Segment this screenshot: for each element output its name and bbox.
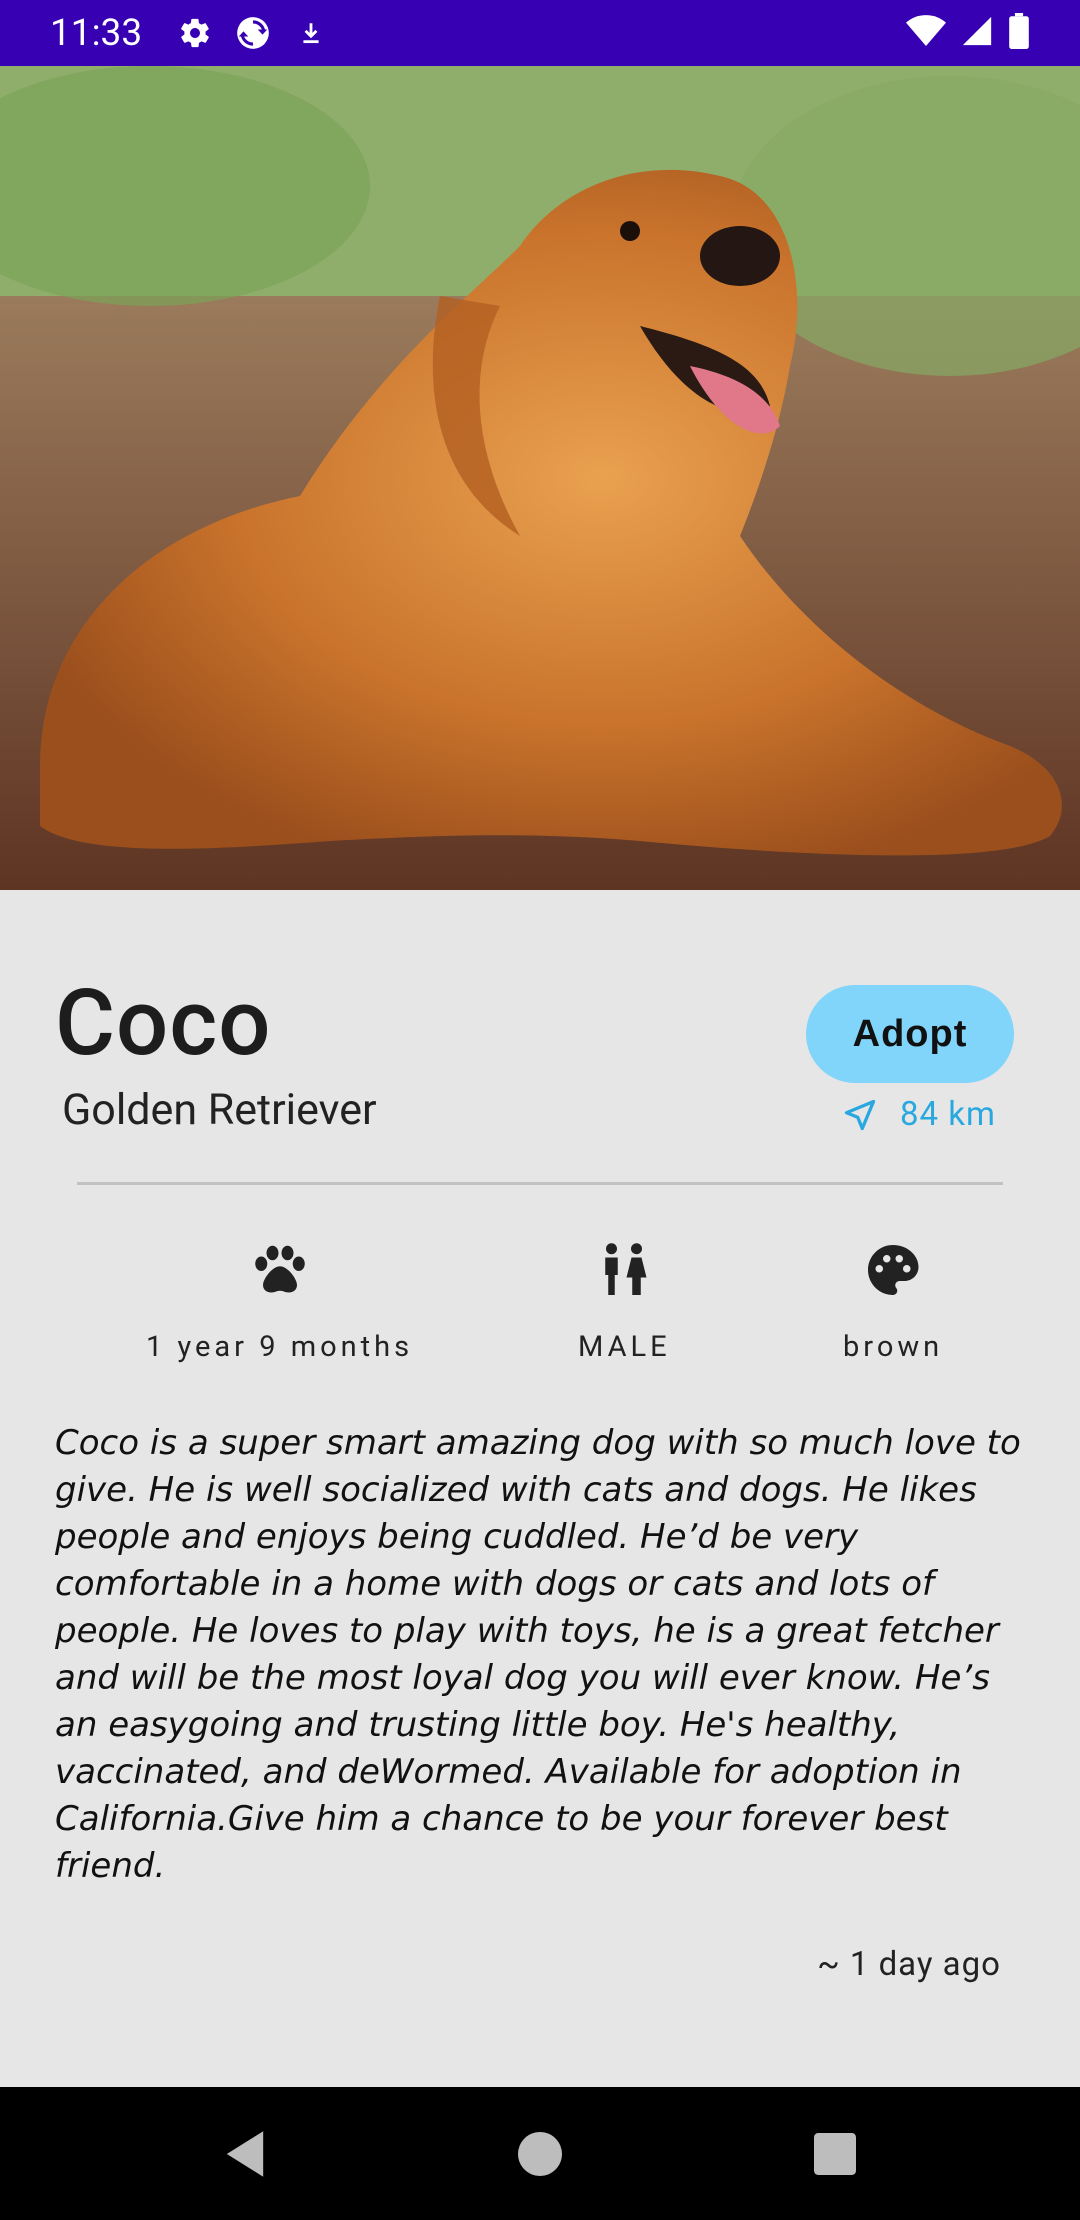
navigation-bar xyxy=(0,2087,1080,2220)
attribute-age: 1 year 9 months xyxy=(146,1240,413,1364)
pet-details: Coco Golden Retriever Adopt 84 km 1 year… xyxy=(0,890,1080,2087)
home-button[interactable] xyxy=(480,2087,600,2220)
status-bar: 11:33 xyxy=(0,0,1080,66)
back-icon xyxy=(226,2130,264,2177)
settings-icon xyxy=(176,14,214,52)
gender-icon xyxy=(605,1243,647,1295)
recents-button[interactable] xyxy=(775,2087,895,2220)
distance-text: 84 km xyxy=(900,1095,996,1134)
recents-icon xyxy=(814,2132,856,2175)
divider xyxy=(77,1182,1003,1185)
palette-icon xyxy=(868,1245,919,1295)
distance: 84 km xyxy=(842,1095,996,1134)
pet-photo xyxy=(0,66,1080,890)
pet-name: Coco xyxy=(55,970,272,1077)
pet-description: Coco is a super smart amazing dog with s… xyxy=(55,1423,1021,1886)
attribute-gender: MALE xyxy=(578,1240,671,1364)
posted-time: ~ 1 day ago xyxy=(817,1945,1001,1984)
signal-icon xyxy=(960,14,994,52)
pet-breed: Golden Retriever xyxy=(62,1085,377,1135)
download-icon xyxy=(292,14,330,52)
home-icon xyxy=(518,2131,562,2176)
wifi-icon xyxy=(906,14,946,52)
paw-icon xyxy=(254,1245,305,1293)
dog-illustration xyxy=(0,66,1080,890)
back-button[interactable] xyxy=(185,2087,305,2220)
age-label: 1 year 9 months xyxy=(146,1330,414,1364)
gender-label: MALE xyxy=(578,1330,671,1364)
status-time: 11:33 xyxy=(50,11,143,55)
attribute-color: brown xyxy=(843,1240,943,1364)
battery-icon xyxy=(1008,13,1030,53)
adopt-button[interactable]: Adopt xyxy=(806,985,1014,1083)
sync-icon xyxy=(234,14,272,52)
color-label: brown xyxy=(843,1330,944,1364)
navigation-icon xyxy=(844,1099,876,1130)
